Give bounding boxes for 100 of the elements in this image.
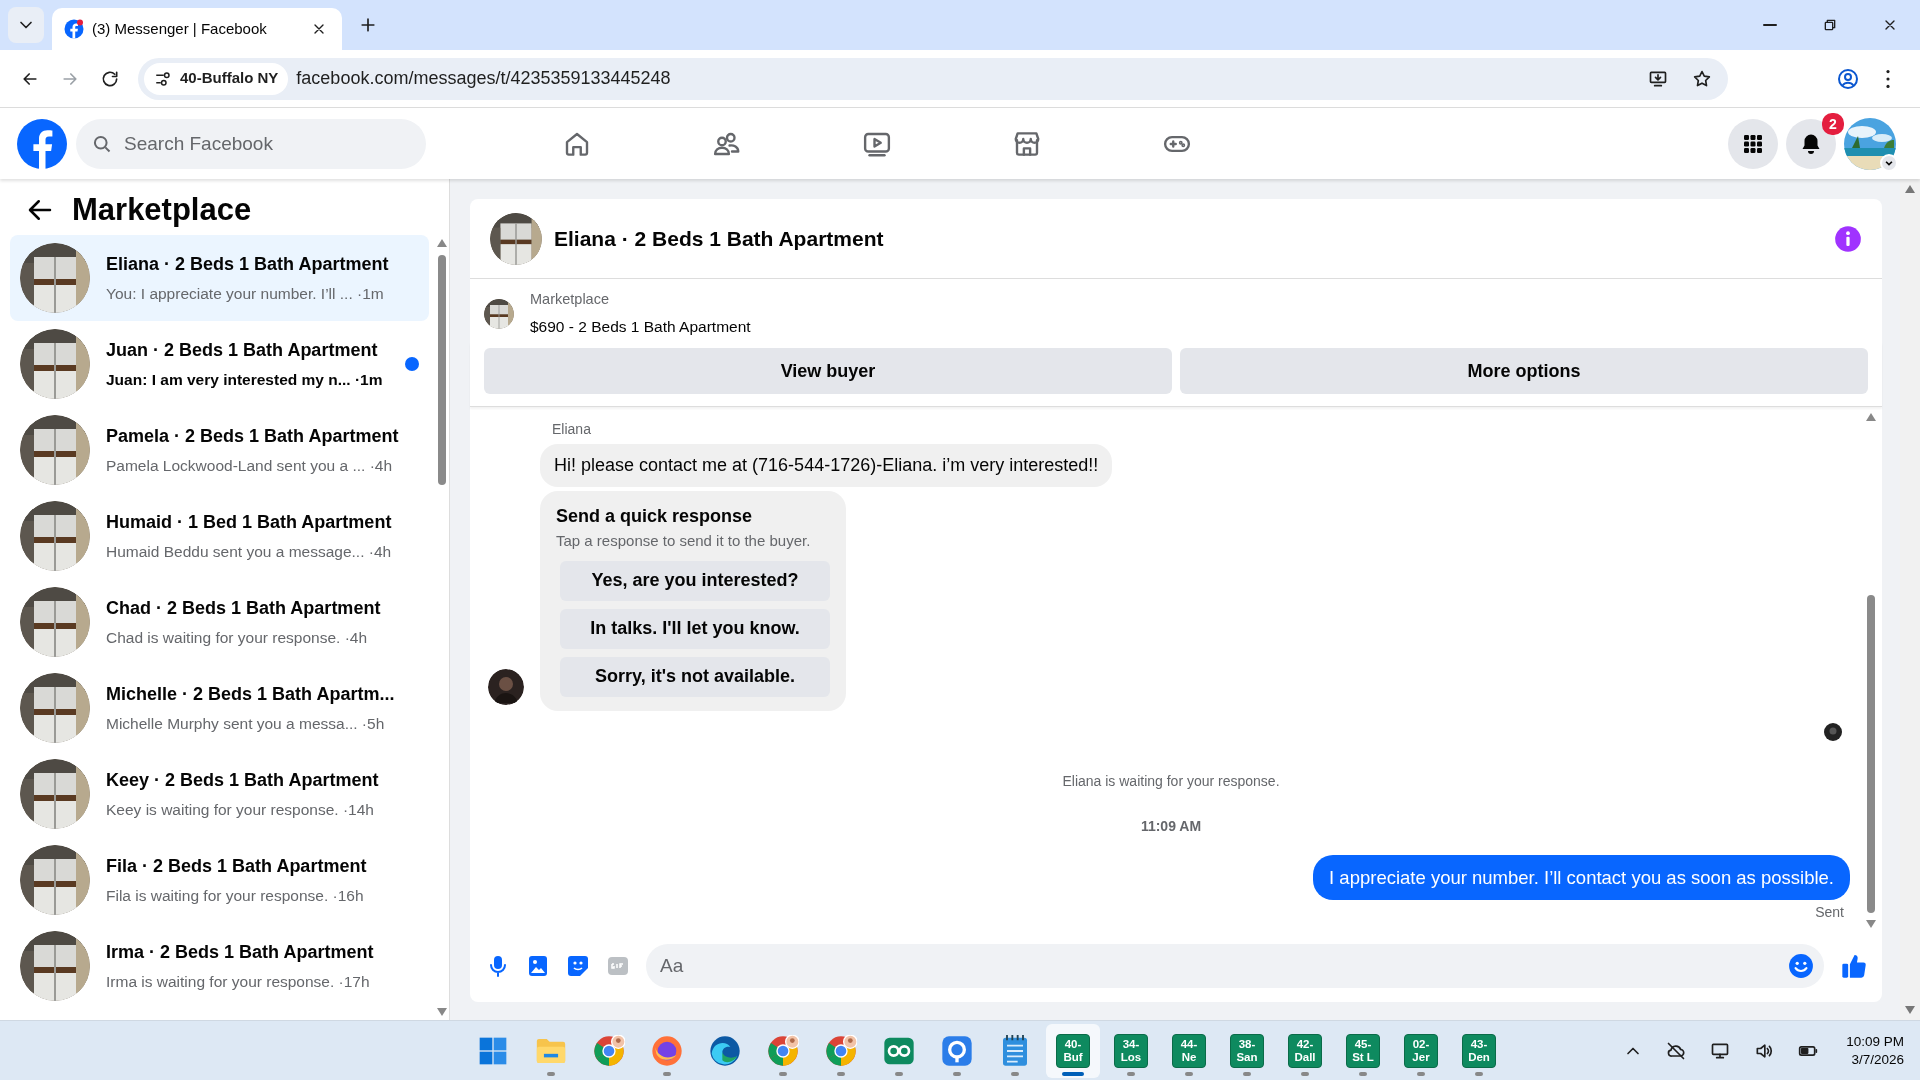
scroll-up-icon[interactable] <box>1905 185 1915 193</box>
message-input[interactable]: Aa <box>646 944 1824 988</box>
more-options-button[interactable]: More options <box>1180 348 1868 394</box>
conversation-item[interactable]: Eliana · 2 Beds 1 Bath Apartment You: I appreciate your number. I’ll ... ·1m <box>10 235 429 321</box>
info-icon[interactable] <box>1834 224 1862 253</box>
view-buyer-button[interactable]: View buyer <box>484 348 1172 394</box>
menu-icon <box>1886 69 1890 88</box>
browser-tab[interactable]: (3) Messenger | Facebook <box>52 8 342 50</box>
app-label: Dall <box>1294 1050 1316 1064</box>
listing-title: $690 - 2 Beds 1 Bath Apartment <box>530 316 751 337</box>
message-preview: Keey is waiting for your response. ·14h <box>106 799 375 820</box>
app-label: St L <box>1352 1050 1374 1064</box>
scroll-up-icon[interactable] <box>437 239 447 247</box>
search-icon <box>92 133 112 154</box>
image-icon[interactable] <box>526 954 550 978</box>
conversation-title: Michelle · 2 Beds 1 Bath Apartm... <box>106 682 396 706</box>
reload-icon <box>100 68 120 89</box>
quick-response-title: Send a quick response <box>556 505 754 528</box>
tab-title: (3) Messenger | Facebook <box>92 18 268 39</box>
app-label: Jer <box>1412 1050 1430 1064</box>
edge-icon <box>709 1034 741 1067</box>
quick-reply-button[interactable]: Sorry, it's not available. <box>560 656 830 697</box>
conversation-item[interactable]: Michelle · 2 Beds 1 Bath Apartm... Michelle Murphy sent you a messa... ·5h <box>10 665 429 751</box>
notepad-icon <box>1000 1034 1030 1067</box>
conversation-item[interactable]: Pamela · 2 Beds 1 Bath Apartment Pamela Lockwood-Land sent you a ... ·4h <box>10 407 429 493</box>
thumbs-up-icon[interactable] <box>1840 952 1868 980</box>
cloud-off-icon <box>1666 1040 1687 1061</box>
address-bar[interactable]: 40-Buffalo NY facebook.com/messages/t/4235359133445248 <box>138 57 1728 100</box>
conversation-item[interactable]: Chad · 2 Beds 1 Bath Apartment Chad is waiting for your response. ·4h <box>10 579 429 665</box>
notifications-button[interactable] <box>1786 118 1836 169</box>
conversation-item[interactable]: Irma · 2 Beds 1 Bath Apartment Irma is waiting for your response. ·17h <box>10 923 429 1009</box>
message-preview: Juan: I am very interested my n... ·1m <box>106 369 384 390</box>
scrollbar-thumb[interactable] <box>1867 595 1875 913</box>
message-bubble: Hi! please contact me at (716-544-1726)-Eliana. i’m very interested!! <box>540 444 1113 487</box>
scroll-down-icon[interactable] <box>1905 1006 1915 1014</box>
scrollbar-thumb[interactable] <box>438 255 446 485</box>
conversation-title: Pamela · 2 Beds 1 Bath Apartment <box>106 424 400 448</box>
app-label: San <box>1236 1050 1258 1064</box>
scroll-down-icon[interactable] <box>437 1008 447 1016</box>
chat-title: Eliana · 2 Beds 1 Bath Apartment <box>554 225 885 252</box>
taskbar-app[interactable]: 42- Dall <box>1278 1023 1332 1078</box>
menu-button[interactable] <box>1728 118 1778 169</box>
page-title: Marketplace <box>72 190 252 229</box>
conversation-item[interactable]: Humaid · 1 Bed 1 Bath Apartment Humaid Beddu sent you a message... ·4h <box>10 493 429 579</box>
taskbar-app[interactable]: 02- Jer <box>1394 1023 1448 1078</box>
message-preview: Fila is waiting for your response. ·16h <box>106 885 365 906</box>
quick-reply-button[interactable]: In talks. I'll let you know. <box>560 608 830 649</box>
conversation-item[interactable]: Fila · 2 Beds 1 Bath Apartment Fila is waiting for your response. ·16h <box>10 837 429 923</box>
conversation-item[interactable]: Juan · 2 Beds 1 Bath Apartment Juan: I am very interested my n... ·1m <box>10 321 429 407</box>
app-label: Buf <box>1063 1050 1083 1064</box>
app-icon <box>941 1034 973 1067</box>
notification-badge: 2 <box>1822 112 1844 135</box>
app-label: 44- <box>1180 1037 1198 1051</box>
scrollbar[interactable] <box>1900 179 1920 1020</box>
sent-message-bubble: I appreciate your number. I’ll contact you as soon as possible. <box>1313 854 1850 901</box>
delivery-status: Sent <box>1815 903 1844 923</box>
conversation-title: Eliana · 2 Beds 1 Bath Apartment <box>106 252 390 276</box>
emoji-icon[interactable] <box>1788 953 1814 979</box>
taskbar-app[interactable]: 45- St L <box>1336 1023 1390 1078</box>
sticker-icon[interactable] <box>566 954 590 978</box>
timestamp: 11:09 AM <box>1140 816 1202 836</box>
sender-name: Eliana <box>552 420 592 439</box>
status-text: Eliana is waiting for your response. <box>1062 771 1280 791</box>
minimize-icon <box>1763 24 1777 26</box>
message-preview: Humaid Beddu sent you a message... ·4h <box>106 541 393 562</box>
message-preview: Chad is waiting for your response. ·4h <box>106 627 369 648</box>
profile-icon <box>1836 66 1860 91</box>
quick-response-hint: Tap a response to send it to the buyer. <box>556 531 812 551</box>
bookmark-star-icon <box>1692 68 1712 89</box>
taskbar-app[interactable]: 40- Buf <box>1046 1023 1100 1078</box>
app-label: 40- <box>1064 1037 1082 1051</box>
scroll-up-icon[interactable] <box>1866 413 1876 421</box>
conversation-title: Irma · 2 Beds 1 Bath Apartment <box>106 940 375 964</box>
taskbar-app[interactable]: 44- Ne <box>1162 1023 1216 1078</box>
app-label: Ne <box>1181 1050 1197 1064</box>
taskbar-app[interactable]: 34- Los <box>1104 1023 1158 1078</box>
avatar-icon <box>488 668 524 705</box>
clock-time: 10:09 PM <box>1846 1032 1904 1051</box>
quick-reply-button[interactable]: Yes, are you interested? <box>560 560 830 601</box>
search-field[interactable]: Search Facebook <box>76 118 426 169</box>
listing-label: Marketplace <box>530 290 610 309</box>
message-preview: You: I appreciate your number. I’ll ... ·1m <box>106 283 385 304</box>
app-label: Den <box>1468 1050 1490 1064</box>
taskbar-app[interactable]: 43- Den <box>1452 1023 1506 1078</box>
conversation-title: Humaid · 1 Bed 1 Bath Apartment <box>106 510 393 534</box>
scroll-down-icon[interactable] <box>1866 920 1876 928</box>
conversation-item[interactable]: Keey · 2 Beds 1 Bath Apartment Keey is waiting for your response. ·14h <box>10 751 429 837</box>
app-label: 43- <box>1470 1037 1488 1051</box>
clock-date: 3/7/2026 <box>1850 1050 1904 1069</box>
taskbar-app[interactable]: 38- San <box>1220 1023 1274 1078</box>
site-info-chip[interactable]: 40-Buffalo NY <box>144 62 289 95</box>
url-text: facebook.com/messages/t/4235359133445248 <box>296 67 672 90</box>
chrome-icon <box>825 1034 857 1067</box>
facebook-icon <box>64 19 84 39</box>
app-label: 02- <box>1412 1037 1430 1051</box>
app-label: Los <box>1120 1050 1142 1064</box>
conversation-title: Keey · 2 Beds 1 Bath Apartment <box>106 768 380 792</box>
chrome-icon <box>593 1034 625 1067</box>
conversation-title: Fila · 2 Beds 1 Bath Apartment <box>106 854 368 878</box>
app-label: 45- <box>1354 1037 1372 1051</box>
